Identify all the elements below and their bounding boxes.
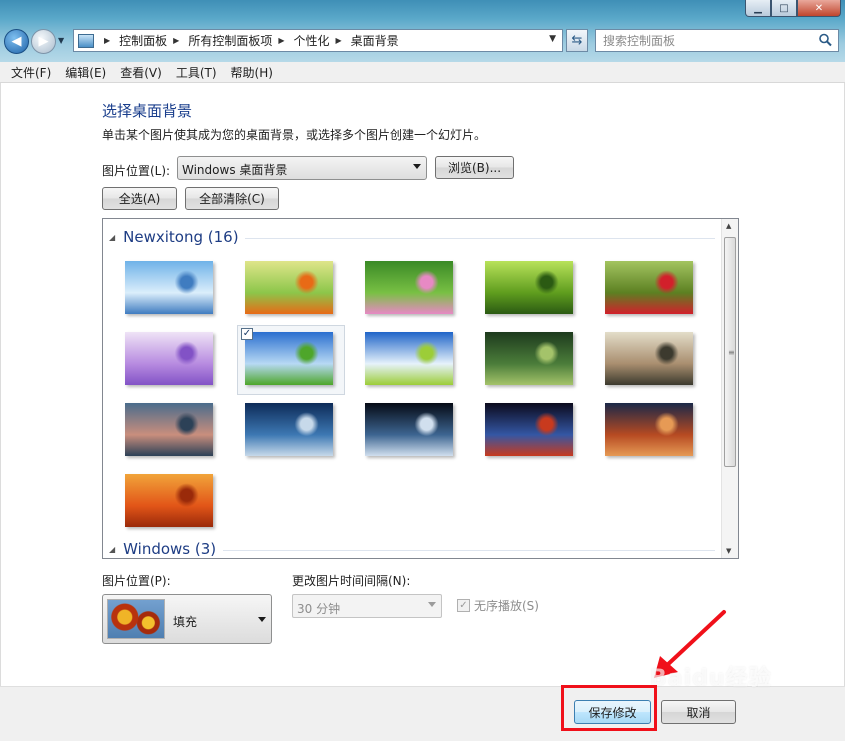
chevron-right-icon[interactable]: ▶ bbox=[336, 36, 342, 45]
scrollbar-thumb[interactable]: ≡ bbox=[724, 237, 736, 467]
grip-icon: ≡ bbox=[728, 348, 735, 357]
chevron-right-icon[interactable]: ▶ bbox=[278, 36, 284, 45]
checkbox-checked-icon[interactable]: ✓ bbox=[241, 328, 253, 340]
address-bar[interactable]: ▶ 控制面板 ▶ 所有控制面板项 ▶ 个性化 ▶ 桌面背景 ▼ bbox=[73, 29, 563, 52]
chevron-right-icon[interactable]: ▶ bbox=[173, 36, 179, 45]
back-button[interactable]: ◀ bbox=[4, 29, 29, 54]
chevron-down-icon bbox=[428, 602, 436, 607]
save-changes-button[interactable]: 保存修改 bbox=[574, 700, 651, 724]
group-header-windows[interactable]: ◢ Windows (3) bbox=[109, 540, 216, 558]
wallpaper-thumbnail-earth-from-space[interactable] bbox=[365, 403, 453, 456]
shuffle-checkbox: ✓ 无序播放(S) bbox=[457, 597, 539, 614]
wallpaper-thumbnail-clouds-grass[interactable] bbox=[365, 332, 453, 385]
wallpaper-thumbnail-orange-lantern-flower[interactable] bbox=[245, 261, 333, 314]
interval-label: 更改图片时间间隔(N): bbox=[292, 574, 411, 588]
scroll-down-icon[interactable]: ▼ bbox=[726, 547, 731, 555]
wallpaper-gallery[interactable]: ◢ Newxitong (16) ◢ Windows (3) ▲ ≡ ▼ ✓ bbox=[102, 218, 739, 559]
select-all-button[interactable]: 全选(A) bbox=[102, 187, 177, 210]
menu-edit[interactable]: 编辑(E) bbox=[58, 64, 113, 81]
wallpaper-thumbnail-orange-abstract[interactable] bbox=[125, 474, 213, 527]
wallpaper-thumbnail-rock-arch-sunset[interactable] bbox=[605, 403, 693, 456]
menu-view[interactable]: 查看(V) bbox=[113, 64, 169, 81]
wallpaper-thumbnail-blue-sky-flowers[interactable] bbox=[125, 261, 213, 314]
menu-tools[interactable]: 工具(T) bbox=[169, 64, 224, 81]
minimize-button[interactable]: ▁ bbox=[745, 0, 771, 17]
group-title: Windows (3) bbox=[123, 540, 217, 558]
group-divider bbox=[223, 550, 715, 551]
chevron-down-icon bbox=[413, 164, 421, 169]
picture-position-label: 图片位置(P): bbox=[102, 574, 171, 588]
menu-bar: 文件(F) 编辑(E) 查看(V) 工具(T) 帮助(H) bbox=[0, 62, 845, 83]
history-dropdown-icon[interactable]: ▼ bbox=[58, 36, 64, 45]
group-title: Newxitong (16) bbox=[123, 228, 239, 246]
wallpaper-thumbnail-purple-flowers[interactable] bbox=[125, 332, 213, 385]
group-divider bbox=[245, 238, 715, 239]
checkbox-icon: ✓ bbox=[457, 599, 470, 612]
chevron-down-icon bbox=[258, 617, 266, 622]
refresh-button[interactable]: ⇆ bbox=[566, 29, 588, 52]
refresh-icon: ⇆ bbox=[571, 33, 583, 48]
gallery-scrollbar[interactable]: ▲ ≡ ▼ bbox=[721, 219, 738, 558]
main-content: 选择桌面背景 单击某个图片使其成为您的桌面背景，或选择多个图片创建一个幻灯片。 … bbox=[0, 83, 845, 686]
wallpaper-thumbnail-night-sky-horizon[interactable] bbox=[245, 403, 333, 456]
page-description: 单击某个图片使其成为您的桌面背景，或选择多个图片创建一个幻灯片。 bbox=[102, 128, 487, 142]
picture-position-select[interactable]: 填充 bbox=[102, 594, 272, 644]
arrow-left-icon: ◀ bbox=[11, 34, 22, 49]
breadcrumb-control-panel[interactable]: 控制面板 bbox=[119, 32, 167, 49]
wallpaper-thumbnail-sea-sunset[interactable] bbox=[125, 403, 213, 456]
title-bar: ▁ □ ✕ ◀ ▶ ▼ ▶ 控制面板 ▶ 所有控制面板项 ▶ 个性化 ▶ 桌面背… bbox=[0, 0, 845, 62]
forward-button[interactable]: ▶ bbox=[31, 29, 56, 54]
wallpaper-thumbnail-red-tulips[interactable] bbox=[605, 261, 693, 314]
wallpaper-thumbnail-meadow-blue-sky[interactable] bbox=[245, 332, 333, 385]
maximize-button[interactable]: □ bbox=[771, 0, 797, 17]
page-title: 选择桌面背景 bbox=[102, 102, 193, 120]
group-header-newxitong[interactable]: ◢ Newxitong (16) bbox=[109, 228, 239, 246]
window-controls: ▁ □ ✕ bbox=[745, 0, 841, 17]
interval-select: 30 分钟 bbox=[292, 594, 442, 618]
wallpaper-thumbnail-pink-cosmos-flower[interactable] bbox=[365, 261, 453, 314]
search-input[interactable]: 搜索控制面板 bbox=[595, 29, 839, 52]
menu-help[interactable]: 帮助(H) bbox=[224, 64, 280, 81]
shuffle-label: 无序播放(S) bbox=[474, 599, 539, 613]
search-icon[interactable] bbox=[818, 33, 832, 47]
picture-location-select[interactable]: Windows 桌面背景 bbox=[177, 156, 427, 180]
picture-location-value: Windows 桌面背景 bbox=[182, 163, 288, 177]
breadcrumb-desktop-background[interactable]: 桌面背景 bbox=[351, 32, 399, 49]
position-preview-image bbox=[107, 599, 165, 639]
address-dropdown-icon[interactable]: ▼ bbox=[549, 34, 556, 44]
control-panel-icon bbox=[78, 33, 94, 48]
browse-button[interactable]: 浏览(B)... bbox=[435, 156, 514, 179]
picture-location-label: 图片位置(L): bbox=[102, 164, 171, 178]
search-placeholder: 搜索控制面板 bbox=[603, 34, 676, 48]
breadcrumb-personalization[interactable]: 个性化 bbox=[294, 32, 330, 49]
picture-position-value: 填充 bbox=[173, 615, 198, 629]
clear-all-button[interactable]: 全部清除(C) bbox=[185, 187, 279, 210]
arrow-right-icon: ▶ bbox=[38, 34, 49, 49]
wallpaper-thumbnail-girl-scarf-portrait[interactable] bbox=[605, 332, 693, 385]
interval-value: 30 分钟 bbox=[297, 602, 341, 616]
scroll-up-icon[interactable]: ▲ bbox=[726, 222, 731, 230]
breadcrumb-all-items[interactable]: 所有控制面板项 bbox=[188, 32, 272, 49]
breadcrumb: ▶ 控制面板 ▶ 所有控制面板项 ▶ 个性化 ▶ 桌面背景 bbox=[98, 32, 399, 49]
wallpaper-thumbnail-girl-forest-bicycle[interactable] bbox=[485, 332, 573, 385]
close-button[interactable]: ✕ bbox=[797, 0, 841, 17]
collapse-icon[interactable]: ◢ bbox=[109, 545, 115, 554]
menu-file[interactable]: 文件(F) bbox=[4, 64, 58, 81]
cancel-button[interactable]: 取消 bbox=[661, 700, 736, 724]
wallpaper-thumbnail-green-leaves[interactable] bbox=[485, 261, 573, 314]
wallpaper-thumbnail-planet-nebula[interactable] bbox=[485, 403, 573, 456]
chevron-right-icon[interactable]: ▶ bbox=[104, 36, 110, 45]
collapse-icon[interactable]: ◢ bbox=[109, 233, 115, 242]
